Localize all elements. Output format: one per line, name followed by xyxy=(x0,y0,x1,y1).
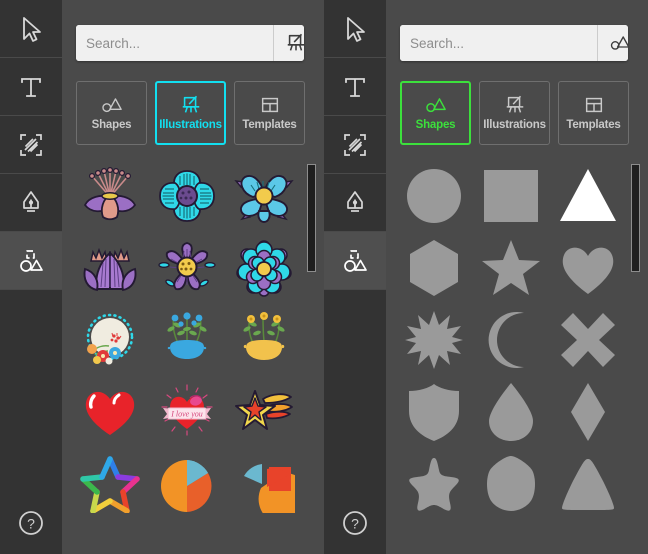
svg-text:?: ? xyxy=(351,516,359,532)
shapes-grid xyxy=(396,160,626,554)
illustration-heart-love-banner[interactable]: I love you xyxy=(149,376,226,448)
tab-illustrations-label: Illustrations xyxy=(159,119,222,132)
templates-grid-icon xyxy=(261,98,278,113)
shape-cross-x[interactable] xyxy=(549,304,626,376)
illustration-flower-cyan-4petal[interactable] xyxy=(149,160,226,232)
search-category-button[interactable] xyxy=(597,25,628,61)
tool-rail-left: ? xyxy=(0,0,62,554)
shape-triangle-rounded[interactable] xyxy=(549,448,626,520)
tab-shapes-label: Shapes xyxy=(91,119,132,132)
illustration-flower-purple-lotus[interactable] xyxy=(72,232,149,304)
shapes-icon xyxy=(425,98,446,113)
shape-starburst-12[interactable] xyxy=(396,304,473,376)
shape-triangle[interactable] xyxy=(549,160,626,232)
shapes-tool[interactable] xyxy=(324,232,386,290)
search-bar xyxy=(400,25,628,61)
help-button[interactable]: ? xyxy=(0,492,62,554)
image-tool[interactable] xyxy=(324,116,386,174)
illustrations-content: Shapes Illustrations xyxy=(62,0,324,554)
illustration-flower-purple-fan[interactable] xyxy=(72,160,149,232)
illustrations-panel: ? Search... Shapes Illustrations Templat… xyxy=(0,0,324,554)
shape-square[interactable] xyxy=(473,160,550,232)
illustration-pie-chart-exploded[interactable] xyxy=(225,448,302,520)
shapes-content: Shapes Illustrations xyxy=(386,0,648,554)
shapes-scrollbar[interactable] xyxy=(630,160,642,554)
category-tabs: Shapes Illustrations Templates xyxy=(76,81,305,145)
shape-shield[interactable] xyxy=(396,376,473,448)
image-tool[interactable] xyxy=(0,116,62,174)
tab-templates[interactable]: Templates xyxy=(558,81,629,145)
category-tabs: Shapes Illustrations Templates xyxy=(400,81,629,145)
scrollbar-thumb[interactable] xyxy=(631,164,640,272)
tool-rail-right: ? xyxy=(324,0,386,554)
rail-spacer xyxy=(324,290,386,492)
illustration-floral-yellow-badge[interactable] xyxy=(225,304,302,376)
shapes-panel: ? Search... Shapes Illustrations Templat… xyxy=(324,0,648,554)
shape-star-5[interactable] xyxy=(473,232,550,304)
shape-hexagon[interactable] xyxy=(396,232,473,304)
select-arrow-tool[interactable] xyxy=(0,0,62,58)
tab-illustrations[interactable]: Illustrations xyxy=(479,81,550,145)
shapes-icon xyxy=(101,98,122,113)
text-tool[interactable] xyxy=(324,58,386,116)
shape-star-rounded[interactable] xyxy=(396,448,473,520)
text-tool[interactable] xyxy=(0,58,62,116)
illustration-flower-purple-5petal[interactable] xyxy=(149,232,226,304)
illustration-shooting-star[interactable] xyxy=(225,376,302,448)
illustration-floral-blue-badge[interactable] xyxy=(149,304,226,376)
select-arrow-tool[interactable] xyxy=(324,0,386,58)
illustration-floral-round-frame[interactable] xyxy=(72,304,149,376)
tab-illustrations[interactable]: Illustrations xyxy=(155,81,226,145)
tab-shapes-label: Shapes xyxy=(415,119,456,132)
easel-illustration-icon xyxy=(506,96,523,113)
svg-text:?: ? xyxy=(27,516,35,532)
banner-text: I love you xyxy=(170,410,203,419)
shape-heptagon[interactable] xyxy=(473,448,550,520)
shape-crescent-moon[interactable] xyxy=(473,304,550,376)
illustrations-grid: I love you xyxy=(72,160,302,554)
rail-spacer xyxy=(0,290,62,492)
shapes-tool[interactable] xyxy=(0,232,62,290)
illustration-pie-chart-three-slice[interactable] xyxy=(149,448,226,520)
search-category-button[interactable] xyxy=(273,25,304,61)
shape-circle[interactable] xyxy=(396,160,473,232)
help-button[interactable]: ? xyxy=(324,492,386,554)
shape-rhombus[interactable] xyxy=(549,376,626,448)
tab-illustrations-label: Illustrations xyxy=(483,119,546,132)
pen-tool[interactable] xyxy=(324,174,386,232)
search-bar xyxy=(76,25,304,61)
easel-illustration-icon xyxy=(287,33,304,51)
shape-teardrop[interactable] xyxy=(473,376,550,448)
search-input[interactable] xyxy=(400,25,597,61)
illustration-flower-cyan-layered[interactable] xyxy=(225,232,302,304)
scrollbar-thumb[interactable] xyxy=(307,164,316,272)
illustration-flower-cyan-5petal[interactable] xyxy=(225,160,302,232)
shapes-icon xyxy=(610,36,628,50)
illustration-red-heart[interactable] xyxy=(72,376,149,448)
tab-shapes[interactable]: Shapes xyxy=(400,81,471,145)
tab-templates-label: Templates xyxy=(242,119,297,132)
illustrations-scrollbar[interactable] xyxy=(306,160,318,554)
tab-shapes[interactable]: Shapes xyxy=(76,81,147,145)
tab-templates[interactable]: Templates xyxy=(234,81,305,145)
shape-heart[interactable] xyxy=(549,232,626,304)
search-input[interactable] xyxy=(76,25,273,61)
easel-illustration-icon xyxy=(182,96,199,113)
dual-panel-app: ? Search... Shapes Illustrations Templat… xyxy=(0,0,648,554)
templates-grid-icon xyxy=(585,98,602,113)
illustration-rainbow-outline-star[interactable] xyxy=(72,448,149,520)
tab-templates-label: Templates xyxy=(566,119,621,132)
pen-tool[interactable] xyxy=(0,174,62,232)
